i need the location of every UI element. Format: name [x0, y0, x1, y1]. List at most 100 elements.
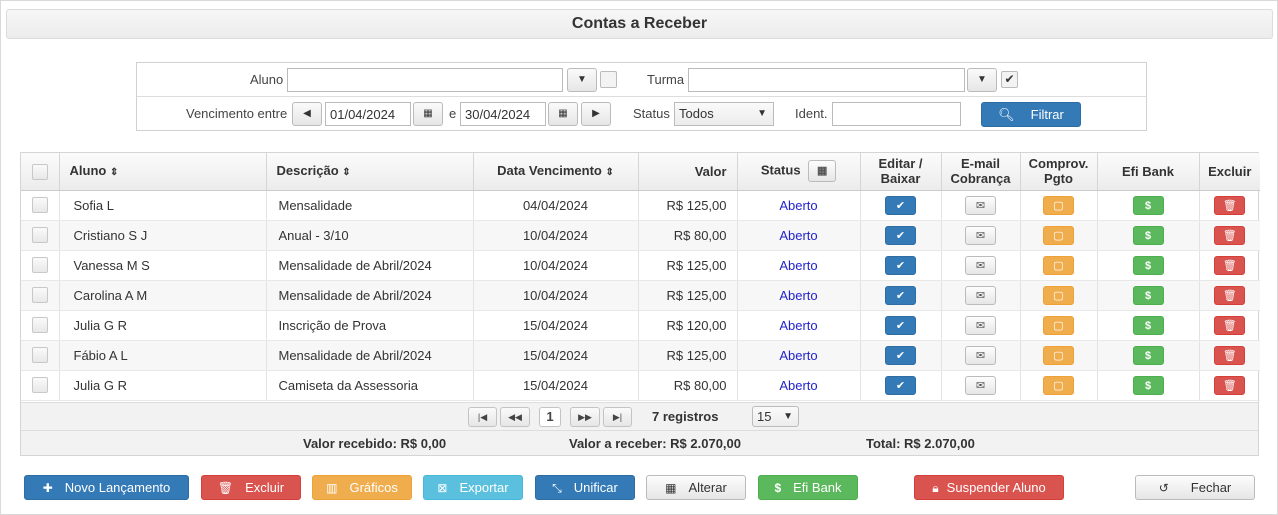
prev-period-button[interactable]: ◀ — [292, 102, 322, 126]
receipt-button[interactable]: ▢ — [1043, 195, 1074, 215]
fechar-button[interactable]: ↺ Fechar — [1135, 475, 1255, 500]
turma-input[interactable] — [688, 68, 965, 92]
filtrar-button[interactable]: 🔍︎ Filtrar — [981, 102, 1081, 127]
receipt-button[interactable]: ▢ — [1043, 255, 1074, 275]
graficos-button[interactable]: ▥ Gráficos — [312, 475, 412, 500]
aluno-dropdown-button[interactable]: ▼ — [567, 68, 597, 92]
excluir-button[interactable]: 🗑︎ Excluir — [201, 475, 301, 500]
efi-bank-button[interactable]: $ Efi Bank — [758, 475, 858, 500]
row-checkbox[interactable] — [31, 317, 48, 334]
email-button[interactable]: ✉ — [965, 315, 996, 335]
cell-efi: $ — [1097, 340, 1200, 371]
cell-status[interactable]: Aberto — [737, 280, 861, 311]
dollar-icon: $ — [1144, 229, 1152, 242]
table-row[interactable]: Sofia L Mensalidade 04/04/2024 R$ 125,00 Abe… — [21, 190, 1260, 221]
delete-button[interactable]: 🗑︎ — [1214, 195, 1246, 215]
delete-button[interactable]: 🗑︎ — [1214, 255, 1246, 275]
table-row[interactable]: Julia G R Camiseta da Assessoria 15/04/202… — [21, 370, 1260, 401]
cell-status[interactable]: Aberto — [737, 370, 861, 401]
turma-checkbox[interactable]: ✔ — [1001, 71, 1018, 88]
efi-bank-row-button[interactable]: $ — [1132, 195, 1164, 215]
receipt-button[interactable]: ▢ — [1043, 285, 1074, 305]
header-aluno[interactable]: Aluno ⇕ — [59, 153, 267, 191]
delete-button[interactable]: 🗑︎ — [1214, 225, 1246, 245]
alterar-button[interactable]: ▦ Alterar — [646, 475, 746, 500]
row-checkbox[interactable] — [31, 257, 48, 274]
next-period-button[interactable]: ▶ — [581, 102, 611, 126]
suspender-aluno-button[interactable]: 🔒︎ Suspender Aluno — [914, 475, 1064, 500]
cell-status[interactable]: Aberto — [737, 250, 861, 281]
status-filter-button[interactable]: ▦ — [808, 160, 837, 183]
exportar-button[interactable]: ⊠ Exportar — [423, 475, 523, 500]
cell-status[interactable]: Aberto — [737, 220, 861, 251]
efi-bank-row-button[interactable]: $ — [1132, 375, 1164, 395]
prev-page-button[interactable]: ◀◀ — [500, 407, 530, 427]
row-checkbox[interactable] — [31, 377, 48, 394]
edit-button[interactable]: ✔ — [885, 315, 916, 335]
row-checkbox[interactable] — [31, 347, 48, 364]
edit-button[interactable]: ✔ — [885, 225, 916, 245]
row-checkbox[interactable] — [31, 197, 48, 214]
edit-button[interactable]: ✔ — [885, 255, 916, 275]
envelope-icon: ✉ — [975, 229, 986, 242]
receipt-button[interactable]: ▢ — [1043, 225, 1074, 245]
receipt-button[interactable]: ▢ — [1043, 345, 1074, 365]
delete-button[interactable]: 🗑︎ — [1214, 315, 1246, 335]
check-icon: ✔ — [895, 379, 906, 392]
turma-dropdown-button[interactable]: ▼ — [967, 68, 997, 92]
table-row[interactable]: Fábio A L Mensalidade de Abril/2024 15/04/… — [21, 340, 1260, 371]
last-page-button[interactable]: ▶| — [603, 407, 632, 427]
ident-input[interactable] — [832, 102, 961, 126]
unificar-button[interactable]: ⤡ Unificar — [535, 475, 635, 500]
row-checkbox[interactable] — [31, 287, 48, 304]
date-to-calendar-button[interactable]: ▦ — [548, 102, 578, 126]
cell-status[interactable]: Aberto — [737, 310, 861, 341]
page-size-select[interactable]: 15 ▼ — [752, 406, 799, 427]
status-select[interactable]: Todos ▼ — [674, 102, 774, 126]
date-to-input[interactable] — [460, 102, 546, 126]
efi-bank-row-button[interactable]: $ — [1132, 255, 1164, 275]
efi-bank-row-button[interactable]: $ — [1132, 285, 1164, 305]
table-row[interactable]: Julia G R Inscrição de Prova 15/04/2024 R$ … — [21, 310, 1260, 341]
aluno-input[interactable] — [287, 68, 563, 92]
email-button[interactable]: ✉ — [965, 285, 996, 305]
receipt-button[interactable]: ▢ — [1043, 375, 1074, 395]
edit-button[interactable]: ✔ — [885, 285, 916, 305]
table-row[interactable]: Vanessa M S Mensalidade de Abril/2024 10/0… — [21, 250, 1260, 281]
aluno-checkbox[interactable] — [600, 71, 617, 88]
delete-button[interactable]: 🗑︎ — [1214, 285, 1246, 305]
efi-bank-row-button[interactable]: $ — [1132, 315, 1164, 335]
date-from-input[interactable] — [325, 102, 411, 126]
cell-status[interactable]: Aberto — [737, 190, 861, 221]
email-button[interactable]: ✉ — [965, 225, 996, 245]
novo-lancamento-button[interactable]: ✚ Novo Lançamento — [24, 475, 189, 500]
date-from-calendar-button[interactable]: ▦ — [413, 102, 443, 126]
next-page-button[interactable]: ▶▶ — [570, 407, 600, 427]
header-vencimento[interactable]: Data Vencimento ⇕ — [473, 153, 639, 191]
cell-status[interactable]: Aberto — [737, 340, 861, 371]
efi-bank-row-button[interactable]: $ — [1132, 345, 1164, 365]
email-button[interactable]: ✉ — [965, 195, 996, 215]
caret-down-icon: ▼ — [783, 411, 793, 422]
efi-bank-row-button[interactable]: $ — [1132, 225, 1164, 245]
first-page-button[interactable]: |◀ — [468, 407, 497, 427]
email-button[interactable]: ✉ — [965, 375, 996, 395]
receipt-button[interactable]: ▢ — [1043, 315, 1074, 335]
table-row[interactable]: Cristiano S J Anual - 3/10 10/04/2024 R$ 80… — [21, 220, 1260, 251]
delete-button[interactable]: 🗑︎ — [1214, 345, 1246, 365]
select-all-checkbox[interactable] — [31, 163, 48, 180]
turma-label: Turma — [647, 72, 685, 87]
row-checkbox[interactable] — [31, 227, 48, 244]
table-row[interactable]: Carolina A M Mensalidade de Abril/2024 10/… — [21, 280, 1260, 311]
edit-button[interactable]: ✔ — [885, 345, 916, 365]
delete-button[interactable]: 🗑︎ — [1214, 375, 1246, 395]
header-descricao[interactable]: Descrição ⇕ — [266, 153, 474, 191]
email-button[interactable]: ✉ — [965, 345, 996, 365]
edit-button[interactable]: ✔ — [885, 375, 916, 395]
last-page-icon: ▶| — [612, 412, 623, 422]
cell-valor: R$ 80,00 — [638, 220, 738, 251]
current-page[interactable]: 1 — [539, 407, 561, 427]
edit-button[interactable]: ✔ — [885, 195, 916, 215]
email-button[interactable]: ✉ — [965, 255, 996, 275]
row-select-cell — [21, 280, 60, 311]
